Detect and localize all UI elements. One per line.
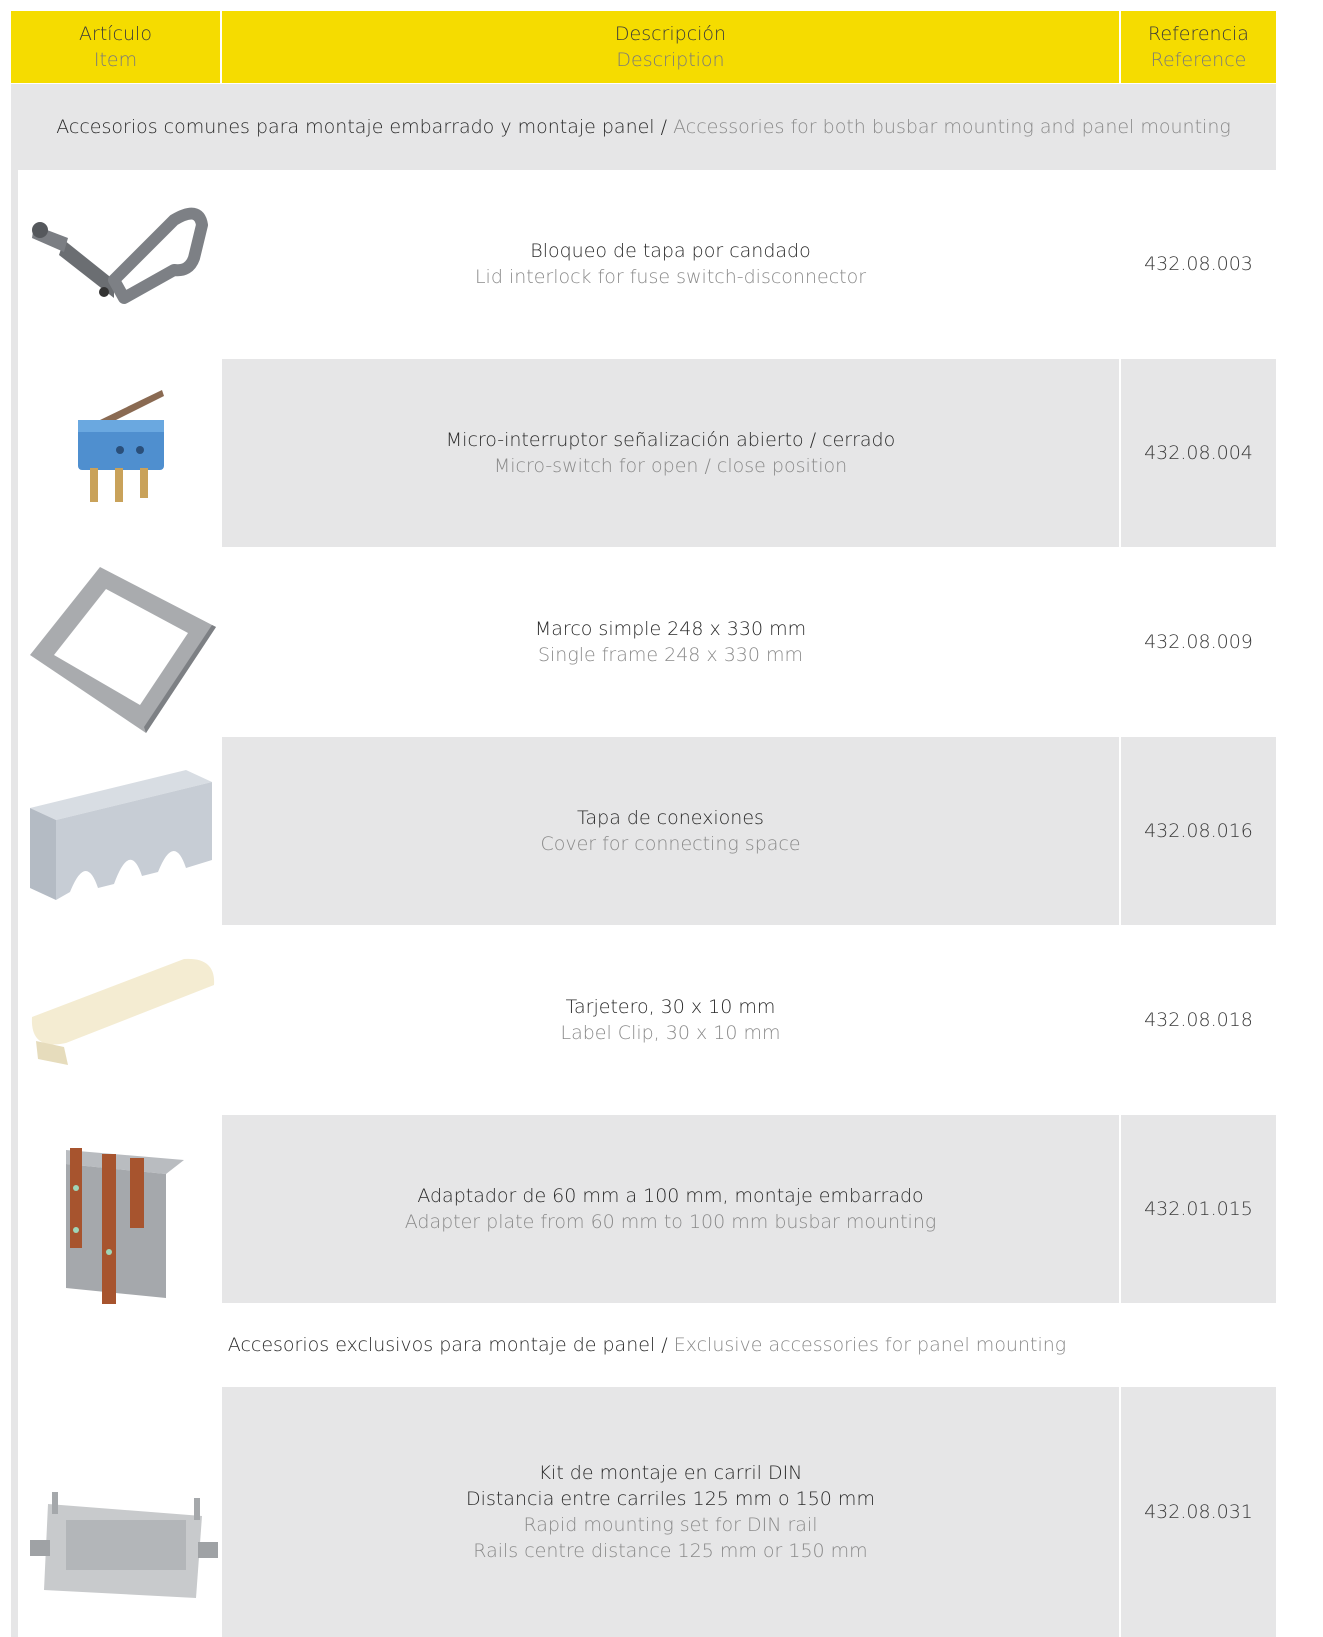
row-description-5: Tarjetero, 30 x 10 mm Label Clip, 30 x 1… (222, 926, 1119, 1114)
reference-code: 432.08.003 (1144, 253, 1253, 275)
frame-icon (30, 567, 216, 733)
header-item-cell: Artículo Item (11, 11, 220, 83)
row-reference-3: 432.08.009 (1121, 548, 1276, 736)
row-description-es: Micro-interruptor señalización abierto /… (445, 429, 896, 451)
row-description-en-line1: Rapid mounting set for DIN rail (523, 1514, 818, 1536)
row-description-6: Adaptador de 60 mm a 100 mm, montaje emb… (222, 1115, 1119, 1303)
row-item-image-1 (24, 180, 214, 350)
padlock-lid-interlock-icon (32, 207, 208, 304)
row-description-es-line2: Distancia entre carriles 125 mm o 150 mm (466, 1488, 875, 1510)
header-description-cell: Descripción Description (222, 11, 1119, 83)
section-panel-banner: Accesorios exclusivos para montaje de pa… (18, 1304, 1276, 1386)
row-description-7: Kit de montaje en carril DIN Distancia e… (222, 1387, 1119, 1637)
row-description-en: Adapter plate from 60 mm to 100 mm busba… (404, 1211, 937, 1233)
row-item-image-2 (60, 380, 190, 530)
row-item-image-6 (56, 1120, 196, 1310)
row-description-2: Micro-interruptor señalización abierto /… (222, 359, 1119, 547)
header-description-en: Description (616, 49, 725, 71)
header-reference-es: Referencia (1148, 23, 1249, 45)
row-reference-2: 432.08.004 (1121, 359, 1276, 547)
header-item-en: Item (93, 49, 138, 71)
section-panel-separator: / (655, 1334, 674, 1356)
row-description-3: Marco simple 248 x 330 mm Single frame 2… (222, 548, 1119, 736)
reference-code: 432.08.031 (1144, 1501, 1253, 1523)
row-reference-5: 432.08.018 (1121, 926, 1276, 1114)
din-rail-kit-icon (30, 1492, 218, 1598)
reference-code: 432.08.009 (1144, 631, 1253, 653)
row-description-es: Adaptador de 60 mm a 100 mm, montaje emb… (417, 1185, 924, 1207)
micro-switch-icon (78, 390, 164, 502)
section-panel-es: Accesorios exclusivos para montaje de pa… (227, 1334, 656, 1356)
row-reference-4: 432.08.016 (1121, 737, 1276, 925)
section-common-es: Accesorios comunes para montaje embarrad… (56, 116, 655, 138)
row-item-image-4 (26, 760, 216, 910)
row-description-4: Tapa de conexiones Cover for connecting … (222, 737, 1119, 925)
row-description-en: Cover for connecting space (540, 833, 801, 855)
row-description-es-line1: Kit de montaje en carril DIN (538, 1462, 803, 1484)
row-item-image-3 (28, 565, 218, 735)
header-reference-en: Reference (1150, 49, 1247, 71)
label-clip-icon (31, 958, 215, 1065)
row-description-en: Micro-switch for open / close position (493, 455, 848, 477)
header-item-es: Artículo (79, 23, 152, 45)
reference-code: 432.01.015 (1144, 1198, 1253, 1220)
section-common-separator: / (654, 116, 674, 138)
row-description-1: Bloqueo de tapa por candado Lid interloc… (222, 170, 1119, 358)
left-margin-bar (11, 170, 18, 1637)
section-common-en: Accessories for both busbar mounting and… (673, 116, 1231, 138)
adapter-plate-icon (66, 1148, 184, 1304)
section-common-banner: Accesorios comunes para montaje embarrad… (11, 84, 1276, 170)
row-item-image-7 (26, 1490, 221, 1610)
row-description-es: Bloqueo de tapa por candado (530, 240, 811, 262)
row-reference-6: 432.01.015 (1121, 1115, 1276, 1303)
row-description-en: Lid interlock for fuse switch-disconnect… (474, 266, 867, 288)
row-description-en-line2: Rails centre distance 125 mm or 150 mm (473, 1540, 868, 1562)
row-reference-7: 432.08.031 (1121, 1387, 1276, 1637)
reference-code: 432.08.016 (1144, 820, 1253, 842)
row-item-image-5 (28, 955, 218, 1075)
row-description-en: Single frame 248 x 330 mm (537, 644, 804, 666)
reference-code: 432.08.018 (1144, 1009, 1253, 1031)
reference-code: 432.08.004 (1144, 442, 1253, 464)
connection-cover-icon (30, 770, 212, 900)
row-description-en: Label Clip, 30 x 10 mm (560, 1022, 781, 1044)
header-reference-cell: Referencia Reference (1121, 11, 1276, 83)
header-description-es: Descripción (614, 23, 727, 45)
row-description-es: Marco simple 248 x 330 mm (534, 618, 807, 640)
row-reference-1: 432.08.003 (1121, 170, 1276, 358)
row-description-es: Tapa de conexiones (577, 807, 764, 829)
row-description-es: Tarjetero, 30 x 10 mm (565, 996, 776, 1018)
section-panel-en: Exclusive accessories for panel mounting (673, 1334, 1067, 1356)
